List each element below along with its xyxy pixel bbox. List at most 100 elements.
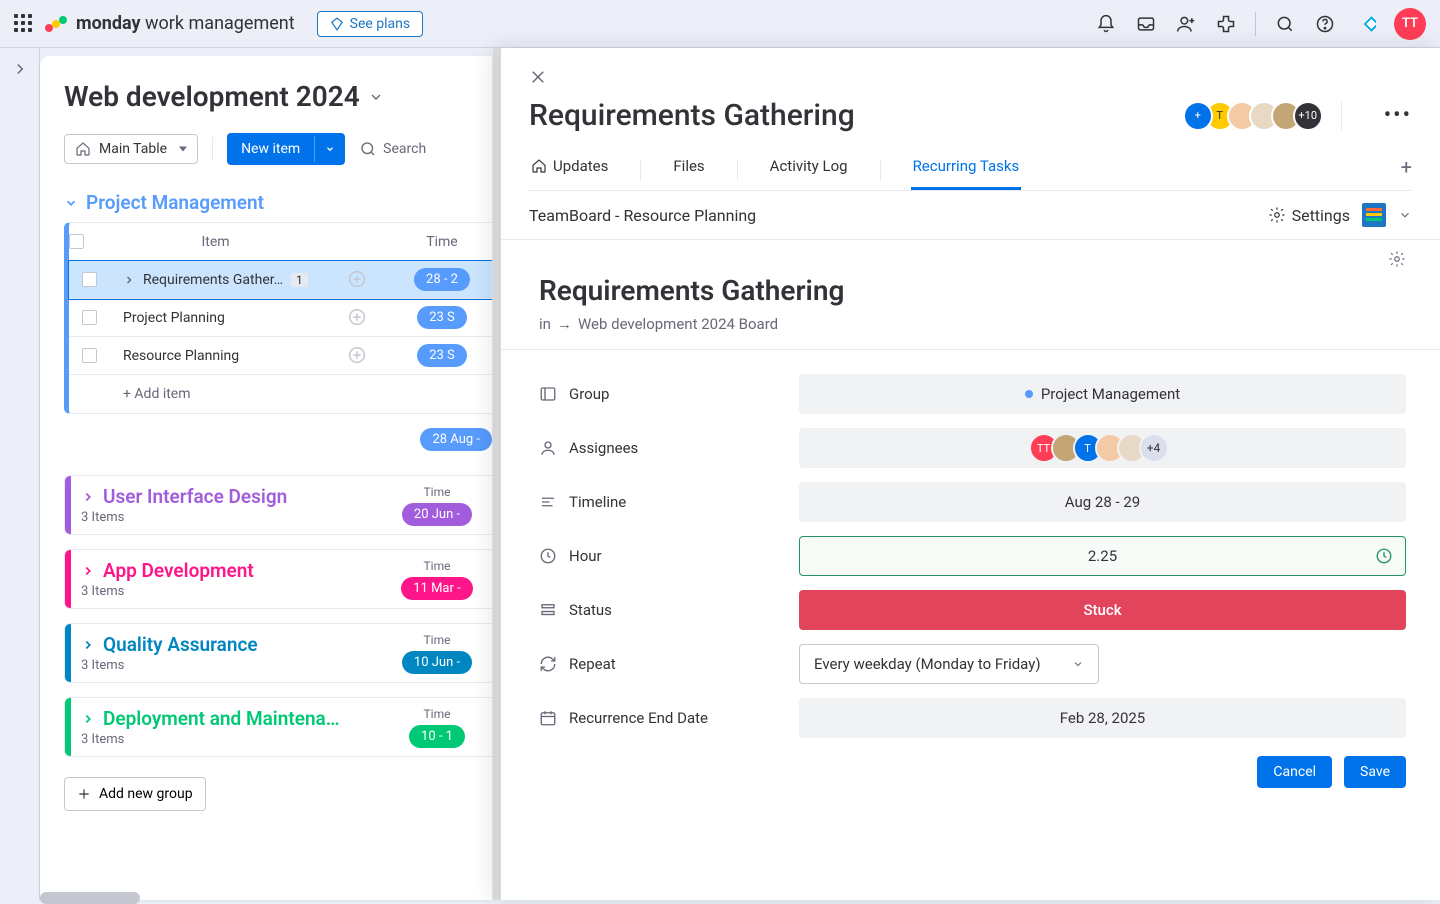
conversation-icon[interactable]	[322, 269, 392, 291]
status-icon	[539, 601, 557, 619]
item-name[interactable]: Resource Planning	[123, 348, 239, 364]
subscribers-stack[interactable]: + T +10	[1191, 101, 1323, 131]
timeline-pill[interactable]: 23 S	[417, 306, 467, 329]
chevron-down-icon[interactable]	[1398, 208, 1412, 222]
group-item-count: 3 Items	[81, 732, 372, 747]
group-field[interactable]: Project Management	[799, 374, 1406, 414]
chevron-right-icon	[81, 712, 95, 726]
divider	[212, 137, 213, 161]
notifications-icon[interactable]	[1095, 13, 1117, 35]
conversation-icon[interactable]	[322, 345, 392, 367]
column-item[interactable]: Item	[109, 234, 322, 250]
help-icon[interactable]	[1314, 13, 1336, 35]
brand-text: monday work management	[76, 13, 295, 34]
timeline-pill[interactable]: 28 - 2	[414, 268, 470, 291]
topbar: monday work management See plans TT	[0, 0, 1440, 48]
detail-title: Requirements Gathering	[539, 274, 1406, 307]
group-item-count: 3 Items	[81, 584, 372, 599]
row-checkbox[interactable]	[82, 348, 97, 363]
column-timeline: Time	[424, 559, 451, 573]
product-switcher-icon[interactable]	[1354, 13, 1376, 35]
new-item-button[interactable]: New item	[227, 133, 345, 165]
chevron-right-icon[interactable]	[123, 274, 135, 286]
timeline-pill: 11 Mar -	[401, 577, 472, 600]
avatar-more: +4	[1139, 433, 1169, 463]
timeline-pill[interactable]: 23 S	[417, 344, 467, 367]
tab-activity-log[interactable]: Activity Log	[768, 149, 850, 190]
close-icon[interactable]	[529, 68, 547, 86]
chevron-down-icon	[1072, 658, 1084, 670]
timeline-icon	[539, 493, 557, 511]
repeat-select[interactable]: Every weekday (Monday to Friday)	[799, 644, 1099, 684]
expand-sidebar-icon[interactable]	[11, 60, 29, 78]
add-item-input[interactable]: + Add item	[69, 375, 492, 413]
board-search[interactable]: Search	[359, 140, 426, 158]
cancel-button[interactable]: Cancel	[1257, 756, 1332, 788]
apps-menu-icon[interactable]	[14, 14, 34, 34]
field-label: Group	[569, 385, 609, 403]
home-icon	[75, 141, 91, 157]
teamboard-logo-icon[interactable]	[1362, 203, 1386, 227]
tab-recurring-tasks[interactable]: Recurring Tasks	[911, 149, 1022, 190]
item-name[interactable]: Requirements Gather…	[143, 272, 283, 288]
see-plans-button[interactable]: See plans	[317, 11, 423, 37]
monday-logo-icon	[44, 12, 68, 36]
table-row[interactable]: Requirements Gather… 1 28 - 2	[69, 261, 492, 299]
assignees-field[interactable]: TT T +4	[799, 428, 1406, 468]
field-label: Repeat	[569, 655, 616, 673]
chevron-down-icon[interactable]	[314, 136, 345, 162]
field-label: Recurrence End Date	[569, 709, 708, 727]
settings-button[interactable]: Settings	[1268, 206, 1350, 225]
add-group-button[interactable]: Add new group	[64, 777, 206, 811]
column-timeline: Time	[424, 633, 451, 647]
select-all-checkbox[interactable]	[69, 234, 84, 249]
home-icon	[531, 158, 547, 174]
conversation-icon[interactable]	[322, 307, 392, 329]
search-icon[interactable]	[1274, 13, 1296, 35]
column-timeline[interactable]: Time	[392, 234, 492, 250]
chevron-down-icon	[368, 89, 384, 105]
collapsed-group[interactable]: User Interface Design 3 Items Time 20 Ju…	[64, 475, 492, 535]
group-header-project-management[interactable]: Project Management	[64, 191, 492, 214]
more-options-icon[interactable]: •••	[1384, 103, 1412, 128]
timeline-pill: 20 Jun -	[402, 503, 472, 526]
left-rail	[0, 48, 40, 900]
table-header: Item Time	[69, 223, 492, 261]
plus-icon	[77, 787, 91, 801]
table-row[interactable]: Resource Planning 23 S	[69, 337, 492, 375]
tab-updates[interactable]: Updates	[529, 149, 610, 190]
horizontal-scrollbar[interactable]	[40, 892, 140, 904]
tab-files[interactable]: Files	[671, 149, 706, 190]
table-row[interactable]: Project Planning 23 S	[69, 299, 492, 337]
add-subscriber-icon[interactable]: +	[1183, 101, 1213, 131]
field-label: Status	[569, 601, 612, 619]
gear-icon[interactable]	[1388, 250, 1406, 268]
inbox-icon[interactable]	[1135, 13, 1157, 35]
column-timeline: Time	[424, 485, 451, 499]
extensions-icon[interactable]	[1215, 13, 1237, 35]
panel-title[interactable]: Requirements Gathering	[529, 98, 1191, 133]
timeline-field[interactable]: Aug 28 - 29	[799, 482, 1406, 522]
brand: monday work management	[44, 12, 295, 36]
collapsed-group[interactable]: Deployment and Maintena… 3 Items Time 10…	[64, 697, 492, 757]
collapsed-group[interactable]: Quality Assurance 3 Items Time 10 Jun -	[64, 623, 492, 683]
status-field[interactable]: Stuck	[799, 590, 1406, 630]
invite-icon[interactable]	[1175, 13, 1197, 35]
hour-field[interactable]: 2.25	[799, 536, 1406, 576]
item-detail-panel: Requirements Gathering + T +10 ••• Updat…	[500, 48, 1440, 900]
group-name: App Development	[103, 559, 254, 582]
row-checkbox[interactable]	[82, 272, 97, 287]
view-selector[interactable]: Main Table	[64, 134, 198, 164]
group-name: Quality Assurance	[103, 633, 258, 656]
user-avatar[interactable]: TT	[1394, 8, 1426, 40]
breadcrumb: in→Web development 2024 Board	[539, 315, 1406, 333]
board-area: Web development 2024 Main Table New item…	[40, 56, 492, 900]
row-checkbox[interactable]	[82, 310, 97, 325]
collapsed-group[interactable]: App Development 3 Items Time 11 Mar -	[64, 549, 492, 609]
add-tab-icon[interactable]: +	[1401, 155, 1412, 185]
group-name: Deployment and Maintena…	[103, 707, 340, 730]
board-title[interactable]: Web development 2024	[40, 80, 492, 113]
item-name[interactable]: Project Planning	[123, 310, 225, 326]
save-button[interactable]: Save	[1344, 756, 1406, 788]
recurrence-end-field[interactable]: Feb 28, 2025	[799, 698, 1406, 738]
